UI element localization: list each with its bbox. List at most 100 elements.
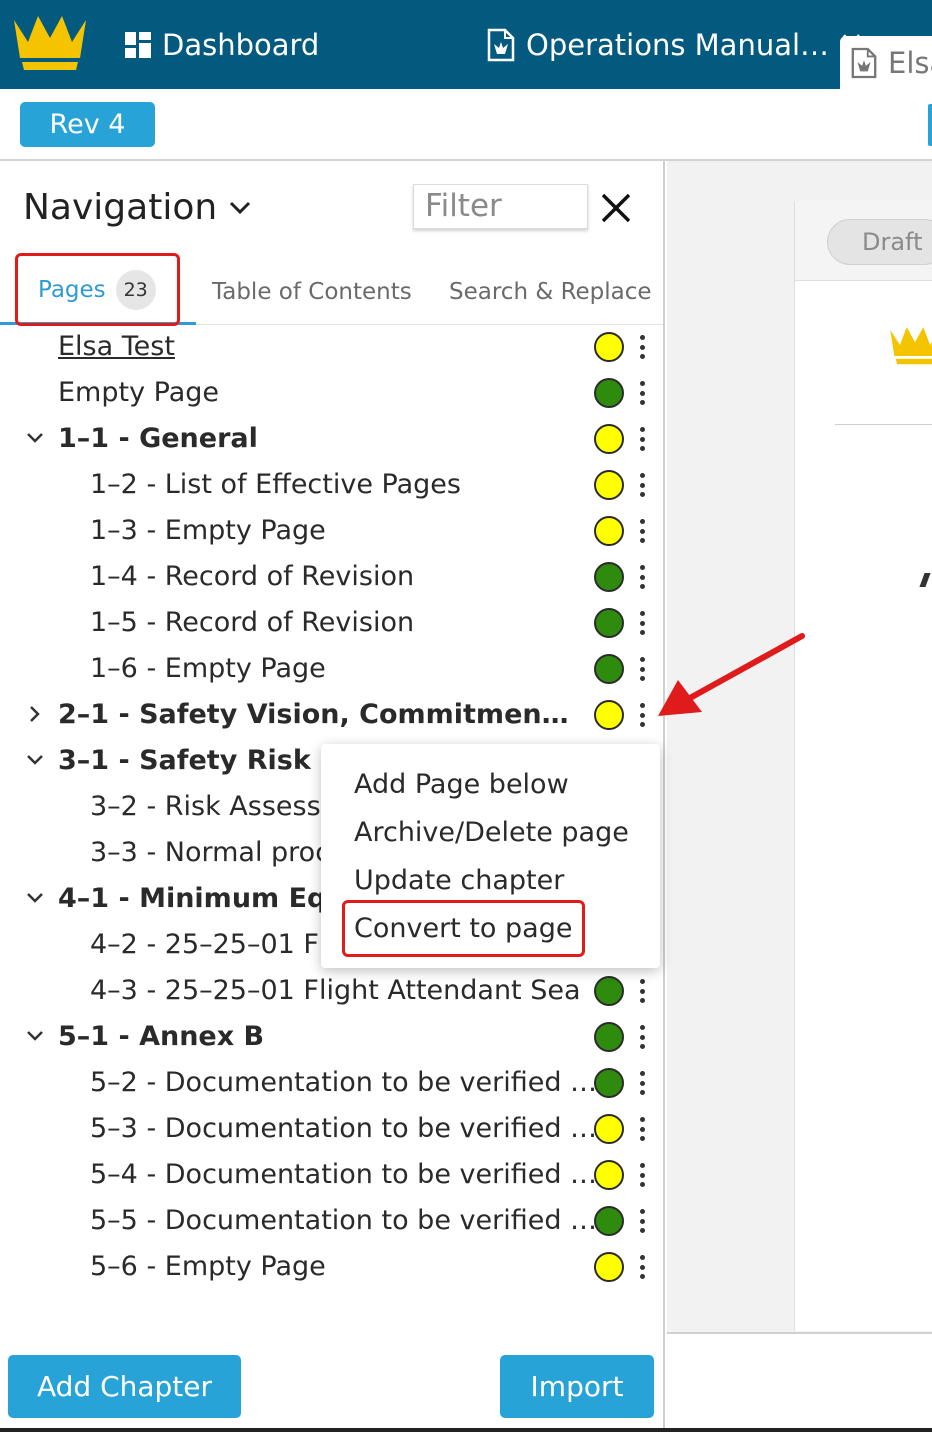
more-options-icon[interactable] — [635, 1206, 649, 1236]
more-options-icon[interactable] — [635, 1068, 649, 1098]
page-list-item[interactable]: 5–5 - Documentation to be verified … — [0, 1200, 665, 1246]
page-list-item[interactable]: 5–1 - Annex B — [0, 1016, 665, 1062]
status-indicator — [594, 1068, 624, 1098]
page-list-item[interactable]: Elsa Test — [0, 326, 665, 372]
page-list-item-label[interactable]: 3–2 - Risk Assessn — [90, 791, 338, 822]
chevron-right-icon[interactable] — [24, 703, 46, 725]
page-list-item-label[interactable]: 1–2 - List of Effective Pages — [90, 469, 461, 500]
more-options-icon[interactable] — [635, 976, 649, 1006]
status-indicator — [594, 424, 624, 454]
chevron-down-icon[interactable] — [24, 1025, 46, 1047]
page-list-item-label[interactable]: 3–3 - Normal proc — [90, 837, 330, 868]
revision-button[interactable]: Rev 4 — [20, 102, 155, 147]
page-list-item[interactable]: 1–6 - Empty Page — [0, 648, 665, 694]
chevron-down-icon[interactable] — [24, 887, 46, 909]
document-text-fragment — [919, 573, 931, 587]
more-options-icon[interactable] — [635, 1160, 649, 1190]
more-options-icon[interactable] — [635, 562, 649, 592]
page-list-item-label[interactable]: 5–6 - Empty Page — [90, 1251, 326, 1282]
document-icon — [486, 28, 516, 62]
page-list-item-label[interactable]: Elsa Test — [58, 331, 175, 362]
page-list-item-label[interactable]: 5–4 - Documentation to be verified … — [90, 1159, 597, 1190]
tab-dashboard[interactable]: Dashboard — [124, 0, 319, 89]
page-list-item[interactable]: 1–3 - Empty Page — [0, 510, 665, 556]
more-options-icon[interactable] — [635, 424, 649, 454]
crown-logo — [890, 327, 932, 365]
filter-input[interactable]: Filter — [413, 184, 588, 229]
chevron-down-icon[interactable] — [24, 749, 46, 771]
status-indicator — [594, 1160, 624, 1190]
tab-elsa-label: Elsa — [888, 45, 932, 80]
navigation-title[interactable]: Navigation — [23, 187, 251, 228]
tab-operations-manual-label: Operations Manual… — [526, 27, 830, 62]
page-list-item-label[interactable]: 5–1 - Annex B — [58, 1021, 264, 1052]
page-list-item-label[interactable]: 5–2 - Documentation to be verified … — [90, 1067, 597, 1098]
tab-table-of-contents[interactable]: Table of Contents — [212, 279, 412, 305]
page-list-item[interactable]: 1–4 - Record of Revision — [0, 556, 665, 602]
chevron-down-icon[interactable] — [24, 427, 46, 449]
page-list-item[interactable]: 1–1 - General — [0, 418, 665, 464]
more-options-icon[interactable] — [635, 654, 649, 684]
page-list-item[interactable]: 2–1 - Safety Vision, Commitments, B… — [0, 694, 665, 740]
import-button[interactable]: Import — [500, 1355, 654, 1418]
partial-button[interactable] — [928, 104, 932, 146]
more-options-icon[interactable] — [635, 1252, 649, 1282]
page-list-item[interactable]: 1–2 - List of Effective Pages — [0, 464, 665, 510]
menu-item-archive-delete-page[interactable]: Archive/Delete page — [354, 817, 629, 848]
status-indicator — [594, 1206, 624, 1236]
highlight-box-convert — [342, 900, 585, 957]
page-list-item[interactable]: 4–3 - 25–25–01 Flight Attendant Sea — [0, 970, 665, 1016]
page-list-item-label[interactable]: 1–1 - General — [58, 423, 258, 454]
highlight-box-pages — [15, 253, 180, 326]
document-header: Draft — [795, 201, 932, 281]
status-indicator — [594, 470, 624, 500]
status-indicator — [594, 976, 624, 1006]
add-chapter-button[interactable]: Add Chapter — [8, 1355, 241, 1418]
revision-bar: Rev 4 — [0, 89, 932, 161]
crown-logo[interactable] — [10, 10, 90, 74]
document-divider — [835, 424, 932, 425]
page-list-item[interactable]: 5–2 - Documentation to be verified … — [0, 1062, 665, 1108]
tab-dashboard-label: Dashboard — [162, 27, 320, 62]
page-list-item[interactable]: Empty Page — [0, 372, 665, 418]
more-options-icon[interactable] — [635, 700, 649, 730]
more-options-icon[interactable] — [635, 516, 649, 546]
page-list-item-label[interactable]: 4–1 - Minimum Equi — [58, 883, 355, 914]
page-list-item-label[interactable]: 4–2 - 25–25–01 F — [90, 929, 319, 960]
close-icon[interactable] — [599, 191, 633, 225]
more-options-icon[interactable] — [635, 1114, 649, 1144]
page-list-item-label[interactable]: 5–5 - Documentation to be verified … — [90, 1205, 597, 1236]
draft-status-badge: Draft — [827, 219, 932, 265]
page-list-item-label[interactable]: 1–6 - Empty Page — [90, 653, 326, 684]
more-options-icon[interactable] — [635, 608, 649, 638]
page-list-item[interactable]: 5–3 - Documentation to be verified … — [0, 1108, 665, 1154]
page-list-item[interactable]: 1–5 - Record of Revision — [0, 602, 665, 648]
page-list-item[interactable]: 5–4 - Documentation to be verified … — [0, 1154, 665, 1200]
more-options-icon[interactable] — [635, 332, 649, 362]
more-options-icon[interactable] — [635, 378, 649, 408]
page-list-item[interactable]: 5–6 - Empty Page — [0, 1246, 665, 1292]
more-options-icon[interactable] — [635, 470, 649, 500]
more-options-icon[interactable] — [635, 1022, 649, 1052]
menu-item-add-page-below[interactable]: Add Page below — [354, 769, 569, 800]
page-list-item-label[interactable]: 4–3 - 25–25–01 Flight Attendant Sea — [90, 975, 581, 1006]
page-list-item-label[interactable]: 5–3 - Documentation to be verified … — [90, 1113, 597, 1144]
status-indicator — [594, 378, 624, 408]
tab-search-replace[interactable]: Search & Replace — [449, 279, 652, 305]
document-icon — [850, 47, 878, 79]
footer-area — [667, 1334, 932, 1432]
tab-operations-manual[interactable]: Operations Manual… ✕ — [486, 0, 864, 89]
status-indicator — [594, 516, 624, 546]
menu-item-update-chapter[interactable]: Update chapter — [354, 865, 564, 896]
page-list-item-label[interactable]: Empty Page — [58, 377, 219, 408]
tab-elsa[interactable]: Elsa — [840, 36, 932, 89]
status-indicator — [594, 332, 624, 362]
page-list-item-label[interactable]: 2–1 - Safety Vision, Commitments, B… — [58, 699, 578, 730]
dashboard-grid-icon — [124, 31, 152, 59]
window-bottom-edge — [0, 1428, 932, 1432]
page-list-item-label[interactable]: 1–5 - Record of Revision — [90, 607, 414, 638]
page-list-item-label[interactable]: 1–3 - Empty Page — [90, 515, 326, 546]
page-list-item-label[interactable]: 3–1 - Safety Risk Ma — [58, 745, 365, 776]
navigation-title-label: Navigation — [23, 187, 218, 228]
page-list-item-label[interactable]: 1–4 - Record of Revision — [90, 561, 414, 592]
